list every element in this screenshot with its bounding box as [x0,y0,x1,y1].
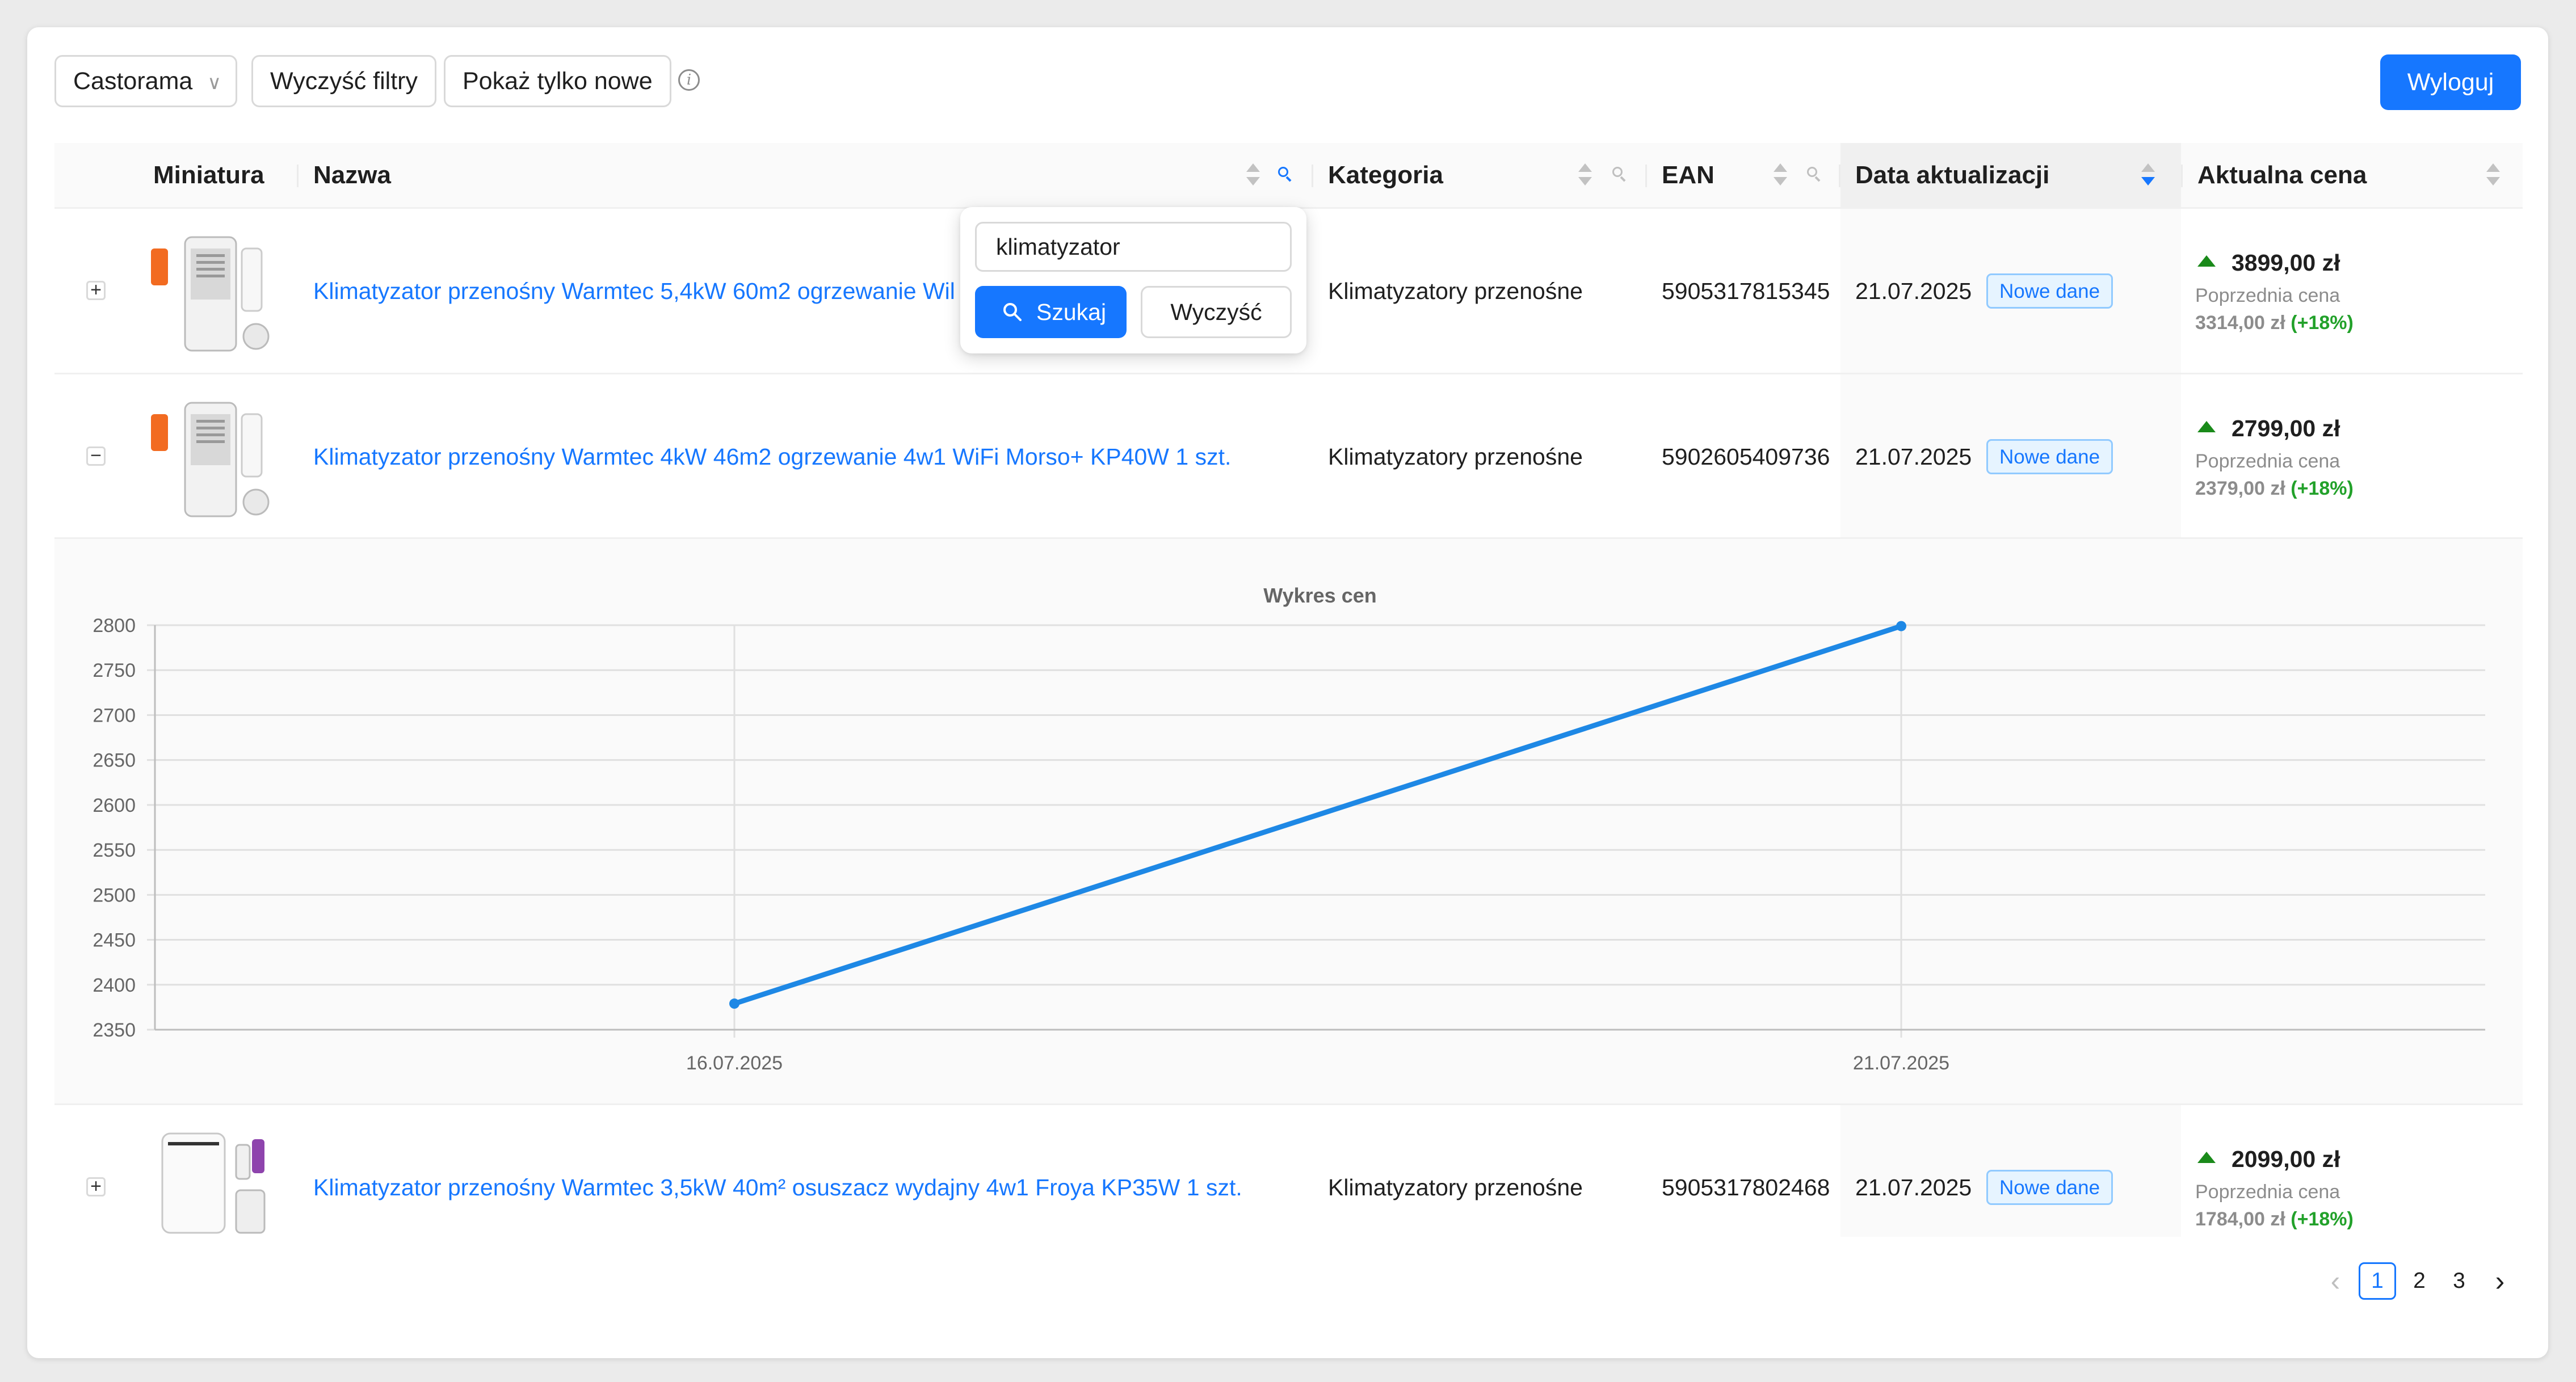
price-change: (+18%) [2291,1208,2354,1230]
product-thumbnail [151,236,270,352]
store-select-value: Castorama [73,68,193,95]
product-ean: 5902605409736 [1662,444,1830,470]
previous-price: 1784,00 zł (+18%) [2195,1208,2354,1230]
product-thumbnail [161,1132,266,1234]
search-button-label: Szukaj [1036,299,1107,325]
price-chart: Wykres cen 2350 2400 2450 2500 2550 2600 2650 27… [93,584,2485,1074]
price-up-icon [2197,1152,2216,1163]
pagination-prev[interactable]: ‹ [2327,1262,2344,1300]
x-tick-label: 21.07.2025 [1853,1052,1949,1074]
sort-icon[interactable] [2486,163,2500,188]
update-date: 21.07.2025 [1855,1174,1972,1200]
sort-icon[interactable] [1578,163,1592,188]
sort-icon[interactable] [1774,163,1787,188]
current-price: 3899,00 zł [2232,250,2340,276]
previous-price-label: Poprzednia cena [2195,1181,2340,1203]
product-name-link[interactable]: Klimatyzator przenośny Warmtec 3,5kW 40m… [313,1174,1242,1201]
column-header-category[interactable]: Kategoria [1313,143,1443,207]
previous-price-label: Poprzednia cena [2195,285,2340,306]
column-header-date[interactable]: Data aktualizacji [1840,143,2049,207]
column-header-ean[interactable]: EAN [1647,143,1714,207]
price-up-icon [2197,255,2216,267]
product-ean: 5905317815345 [1662,278,1830,304]
name-search-input[interactable]: klimatyzator [975,222,1292,272]
chart-title: Wykres cen [1263,584,1376,607]
price-up-icon [2197,421,2216,432]
y-tick-label: 2550 [93,840,136,861]
product-thumbnail [151,402,270,517]
price-change: (+18%) [2291,478,2354,499]
clear-filters-button[interactable]: Wyczyść filtry [251,55,436,107]
pagination-page-2[interactable]: 2 [2401,1262,2438,1300]
search-button[interactable]: Szukaj [975,286,1127,338]
logout-button[interactable]: Wyloguj [2380,54,2521,110]
y-tick-label: 2800 [93,615,136,637]
expand-row-button[interactable]: + [86,280,106,300]
chevron-down-icon: ∨ [207,72,222,94]
y-tick-label: 2350 [93,1019,136,1041]
show-new-only-button[interactable]: Pokaż tylko nowe [444,55,671,107]
search-icon[interactable] [1278,167,1292,182]
search-icon[interactable] [1612,167,1626,182]
x-tick-label: 16.07.2025 [686,1052,783,1074]
y-tick-label: 2500 [93,884,136,906]
current-price: 2799,00 zł [2232,415,2340,441]
price-line [732,623,1904,1006]
column-header-price[interactable]: Aktualna cena [2183,143,2367,207]
update-date: 21.07.2025 [1855,278,1972,304]
y-tick-label: 2650 [93,750,136,772]
product-name-link[interactable]: Klimatyzator przenośny Warmtec 4kW 46m2 … [313,444,1231,470]
column-header-name[interactable]: Nazwa [299,143,391,207]
product-category: Klimatyzatory przenośne [1328,444,1583,470]
product-category: Klimatyzatory przenośne [1328,1174,1583,1200]
new-data-badge: Nowe dane [1986,1170,2113,1205]
pagination-next[interactable]: › [2491,1262,2508,1300]
previous-price-label: Poprzednia cena [2195,450,2340,472]
info-icon[interactable]: i [678,69,700,91]
product-name-link[interactable]: Klimatyzator przenośny Warmtec 5,4kW 60m… [313,278,955,305]
table-row: − Klimatyzator przenośny Warmtec 4kW 46m… [54,374,2523,539]
new-data-badge: Nowe dane [1986,439,2113,474]
y-tick-label: 2750 [93,660,136,681]
y-tick-label: 2450 [93,930,136,951]
y-tick-label: 2700 [93,705,136,726]
y-tick-label: 2400 [93,975,136,996]
search-icon[interactable] [1807,167,1821,182]
current-price: 2099,00 zł [2232,1146,2340,1172]
clear-button[interactable]: Wyczyść [1141,286,1292,338]
pagination-page-3[interactable]: 3 [2440,1262,2478,1300]
expand-row-button[interactable]: + [86,1177,106,1196]
update-date: 21.07.2025 [1855,444,1972,470]
search-icon [1003,303,1022,321]
previous-price: 3314,00 zł (+18%) [2195,312,2354,334]
price-change: (+18%) [2291,312,2354,334]
sort-icon[interactable] [2141,163,2155,188]
product-category: Klimatyzatory przenośne [1328,278,1583,304]
data-point [729,998,739,1009]
table-row: + Klimatyzator przenośny Warmtec 3,5kW 4… [54,1105,2523,1237]
new-data-badge: Nowe dane [1986,273,2113,309]
data-point [1896,621,1906,631]
column-header-thumbnail: Miniatura [153,161,264,189]
name-search-popup: klimatyzator Szukaj Wyczyść [960,207,1306,353]
product-ean: 5905317802468 [1662,1174,1830,1200]
store-select[interactable]: Castorama ∨ [54,55,237,107]
pagination-page-1[interactable]: 1 [2359,1262,2396,1300]
table-header: Miniatura Nazwa Kategoria EAN Data aktua… [54,143,2523,209]
sort-icon[interactable] [1246,163,1260,188]
collapse-row-button[interactable]: − [86,446,106,466]
previous-price: 2379,00 zł (+18%) [2195,478,2354,499]
y-tick-label: 2600 [93,795,136,816]
